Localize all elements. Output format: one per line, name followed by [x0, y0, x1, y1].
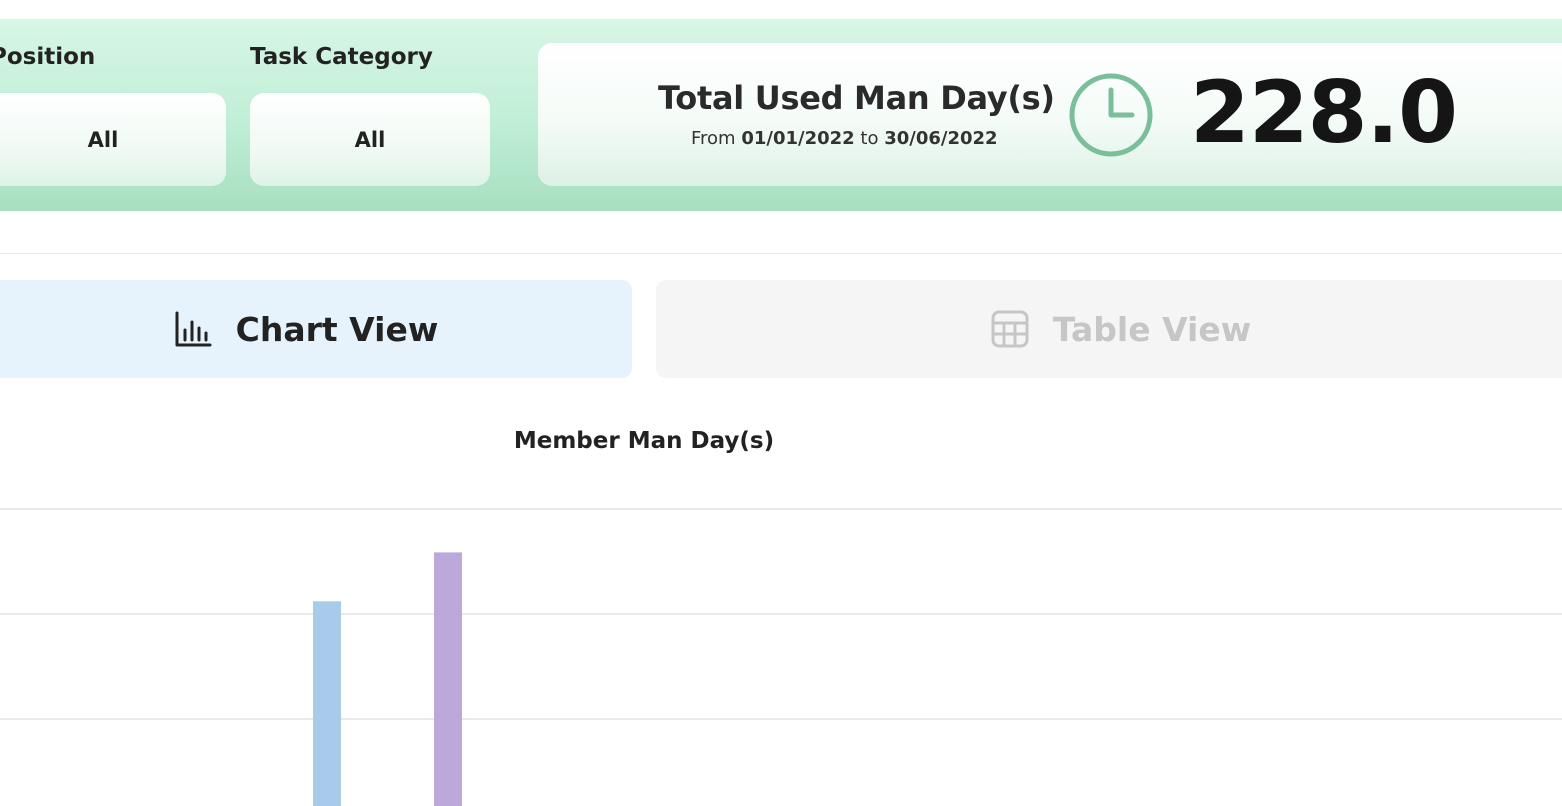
- tab-chart-view[interactable]: Chart View: [0, 280, 632, 378]
- task-category-filter-select[interactable]: All: [250, 93, 490, 186]
- date-range: From 01/01/2022 to 30/06/2022: [691, 128, 998, 149]
- table-icon: [991, 310, 1029, 348]
- section-divider: [0, 253, 1562, 254]
- position-filter-label: Position: [0, 44, 96, 70]
- tab-chart-view-label: Chart View: [235, 309, 439, 349]
- from-date: 01/01/2022: [741, 128, 855, 149]
- total-man-days-value: 228.0: [1190, 63, 1458, 163]
- position-filter-select[interactable]: All: [0, 93, 226, 186]
- chart-title: Member Man Day(s): [513, 428, 775, 454]
- clock-icon: [1069, 73, 1153, 157]
- task-category-filter-label: Task Category: [250, 44, 433, 70]
- to-word: to: [860, 128, 879, 149]
- bar-chart-icon: [175, 311, 212, 347]
- tab-table-view-label: Table View: [1052, 309, 1252, 349]
- from-word: From: [691, 128, 736, 149]
- total-man-days-card: Total Used Man Day(s) From 01/01/2022 to…: [538, 43, 1562, 186]
- member-man-days-chart: [0, 508, 1562, 806]
- to-date: 30/06/2022: [884, 128, 998, 149]
- chart-bar[interactable]: [313, 601, 341, 806]
- chart-bar[interactable]: [434, 552, 462, 806]
- tab-table-view[interactable]: Table View: [656, 280, 1562, 378]
- total-man-days-title: Total Used Man Day(s): [658, 79, 1055, 117]
